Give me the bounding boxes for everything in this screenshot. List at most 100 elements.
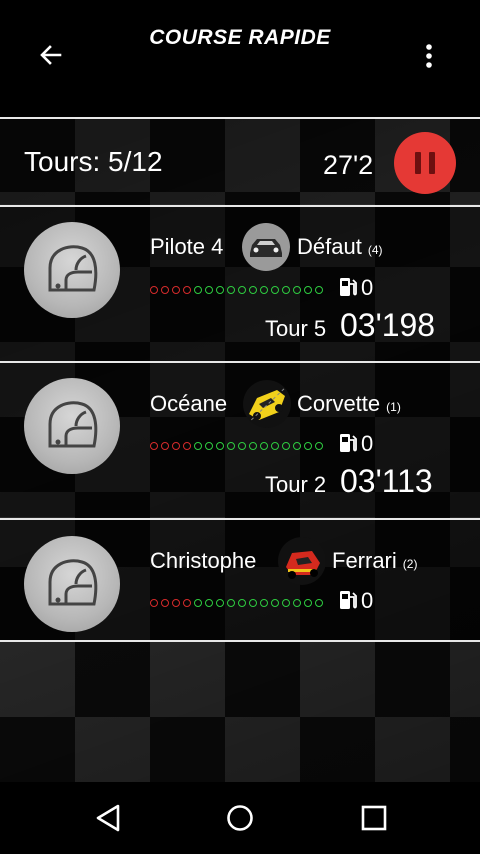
fuel-gauge-dot (216, 442, 224, 450)
fuel-gauge-dot (194, 286, 202, 294)
nav-home-icon (227, 805, 253, 831)
race-timer: 27'2 (323, 150, 374, 180)
fuel-gauge-dot (249, 442, 257, 450)
fuel-gauge-dot (183, 442, 191, 450)
car-label: Défaut (297, 234, 362, 259)
lap-label: Tour 2 (265, 472, 327, 497)
fuel-gauge-dot (315, 286, 323, 294)
fuel-gauge-dot (293, 599, 301, 607)
pause-icon (415, 152, 421, 174)
fuel-gauge-dot (260, 442, 268, 450)
nav-home-button[interactable] (220, 800, 260, 836)
nav-recents-button[interactable] (354, 800, 394, 836)
helmet-icon (48, 559, 98, 606)
fuel-gauge-dot (150, 599, 158, 607)
nav-recents-icon (361, 805, 387, 831)
car-label: Corvette (297, 391, 381, 416)
car-name: Corvette (1) (297, 391, 401, 417)
car-number: (4) (367, 243, 383, 257)
corvette-car-icon (246, 385, 288, 425)
fuel-gauge-dot (205, 599, 213, 607)
ferrari-car-icon (286, 551, 320, 579)
page-title: COURSE RAPIDE (149, 26, 331, 49)
pilot-name: Océane (150, 391, 228, 416)
fuel-gauge-dot (205, 442, 213, 450)
lap-time: 03'198 (340, 307, 436, 343)
car-name: Ferrari (2) (332, 548, 417, 574)
divider (0, 640, 480, 642)
helmet-avatar (24, 536, 120, 632)
fuel-gauge-dot (315, 442, 323, 450)
fuel-gauge-dot (315, 599, 323, 607)
fuel-gauge-dot (238, 286, 246, 294)
car-number: (1) (386, 400, 401, 414)
fuel-gauge-dots (150, 286, 323, 296)
fuel-gauge-dot (227, 286, 235, 294)
car-front-icon (250, 239, 282, 257)
helmet-avatar (24, 222, 120, 318)
fuel-gauge-dots (150, 442, 323, 452)
fuel-gauge-dot (150, 286, 158, 294)
fuel-gauge-dots (150, 599, 323, 609)
fuel-gauge-dot (216, 599, 224, 607)
fuel-value: 0 (361, 275, 374, 300)
car-thumbnail (243, 380, 291, 428)
pilot-name: Pilote 4 (150, 234, 224, 259)
fuel-gauge-dot (172, 599, 180, 607)
car-label: Ferrari (332, 548, 397, 573)
fuel-gauge-dot (194, 442, 202, 450)
car-number: (2) (402, 557, 418, 571)
fuel-gauge-dot (282, 286, 290, 294)
helmet-icon (48, 245, 98, 292)
fuel-gauge-dot (183, 286, 191, 294)
fuel-gauge-dot (271, 599, 279, 607)
fuel-gauge-dot (249, 599, 257, 607)
fuel-gauge-dot (227, 599, 235, 607)
app-bar: COURSE RAPIDE (0, 0, 480, 117)
fuel-gauge-dot (183, 599, 191, 607)
fuel-gauge-dot (293, 442, 301, 450)
car-thumbnail (242, 223, 290, 271)
fuel-gauge-dot (260, 286, 268, 294)
system-nav-bar (0, 782, 480, 854)
fuel-gauge-dot (304, 599, 312, 607)
helmet-icon (48, 401, 98, 448)
fuel-gauge-dot (205, 286, 213, 294)
fuel-gauge-dot (172, 286, 180, 294)
fuel-pump-icon (340, 434, 357, 452)
helmet-avatar (24, 378, 120, 474)
fuel-gauge-dot (161, 286, 169, 294)
more-vert-icon (426, 44, 432, 68)
car-thumbnail (278, 537, 326, 585)
fuel-gauge-dot (227, 442, 235, 450)
car-name: Défaut (4) (297, 234, 383, 260)
fuel-value: 0 (361, 588, 374, 613)
fuel-gauge-dot (161, 599, 169, 607)
fuel-gauge-dot (271, 442, 279, 450)
laps-counter: Tours: 5/12 (24, 146, 163, 177)
fuel-gauge-dot (238, 599, 246, 607)
pause-button[interactable] (394, 132, 456, 194)
fuel-gauge-dot (150, 442, 158, 450)
fuel-gauge-dot (260, 599, 268, 607)
fuel-gauge-dot (293, 286, 301, 294)
fuel-gauge-dot (216, 286, 224, 294)
fuel-gauge-dot (249, 286, 257, 294)
fuel-gauge-dot (304, 286, 312, 294)
fuel-pump-icon (340, 278, 357, 296)
fuel-gauge-dot (304, 442, 312, 450)
fuel-gauge-dot (271, 286, 279, 294)
more-options-button[interactable] (412, 36, 446, 76)
pause-icon-bar (429, 152, 435, 174)
lap-time: 03'113 (340, 463, 433, 499)
fuel-gauge-dot (194, 599, 202, 607)
fuel-value: 0 (361, 431, 374, 456)
fuel-gauge-dot (282, 442, 290, 450)
fuel-gauge-dot (238, 442, 246, 450)
fuel-pump-icon (340, 591, 357, 609)
pilot-name: Christophe (150, 548, 257, 573)
fuel-gauge-dot (172, 442, 180, 450)
nav-back-button[interactable] (87, 800, 127, 836)
lap-label: Tour 5 (265, 316, 327, 341)
fuel-gauge-dot (161, 442, 169, 450)
